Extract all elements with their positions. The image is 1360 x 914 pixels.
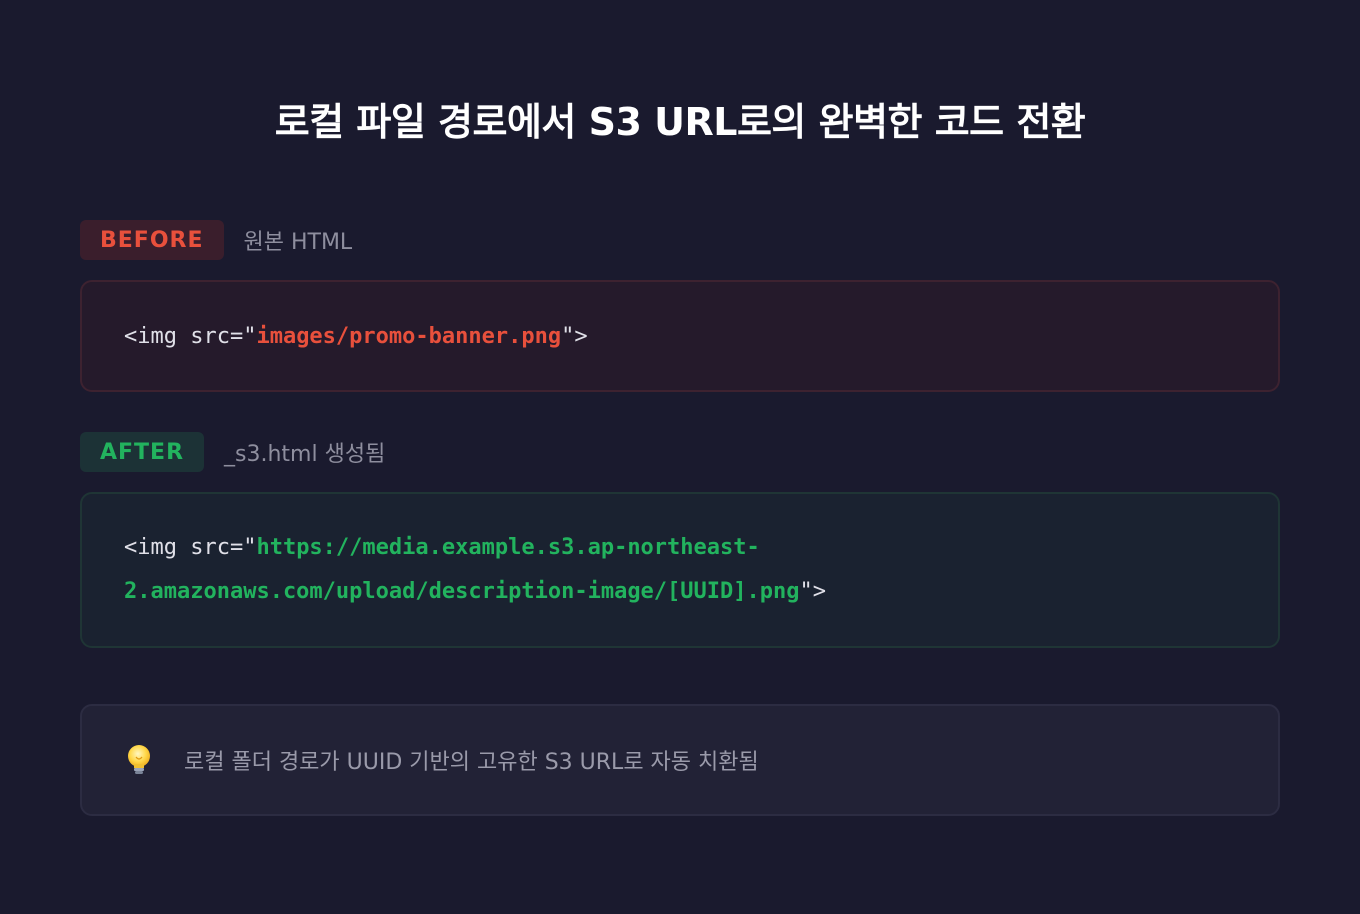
after-code-block: <img src="https://media.example.s3.ap-no… — [80, 492, 1280, 648]
before-code-block: <img src="images/promo-banner.png"> — [80, 280, 1280, 392]
before-code-prefix: <img src=" — [124, 323, 257, 349]
before-code-line: <img src="images/promo-banner.png"> — [124, 324, 588, 349]
after-badge: AFTER — [80, 432, 205, 472]
page-title: 로컬 파일 경로에서 S3 URL로의 완벽한 코드 전환 — [274, 100, 1086, 144]
lightbulb-icon — [124, 743, 154, 777]
after-code-prefix: <img src=" — [124, 535, 257, 560]
after-code-suffix: "> — [799, 579, 827, 604]
before-badge: BEFORE — [80, 220, 224, 260]
note-box: 로컬 폴더 경로가 UUID 기반의 고유한 S3 URL로 자동 치환됨 — [80, 704, 1280, 816]
after-code-value-line1: https://media.example.s3.ap-northeast- — [256, 535, 760, 560]
after-code-value-line2: 2.amazonaws.com/upload/description-image… — [124, 579, 800, 604]
before-code-suffix: "> — [561, 323, 588, 349]
before-code-value: images/promo-banner.png — [256, 323, 562, 349]
after-label-row: AFTER _s3.html 생성됨 — [80, 432, 385, 472]
after-description: _s3.html 생성됨 — [224, 442, 386, 467]
after-code-line-1: <img src="https://media.example.s3.ap-no… — [124, 526, 1236, 570]
before-description: 원본 HTML — [243, 230, 353, 255]
note-text: 로컬 폴더 경로가 UUID 기반의 고유한 S3 URL로 자동 치환됨 — [184, 750, 759, 775]
before-label-row: BEFORE 원본 HTML — [80, 220, 352, 260]
page: 로컬 파일 경로에서 S3 URL로의 완벽한 코드 전환 BEFORE 원본 … — [0, 0, 1360, 914]
after-code-line-2: 2.amazonaws.com/upload/description-image… — [124, 570, 1236, 614]
